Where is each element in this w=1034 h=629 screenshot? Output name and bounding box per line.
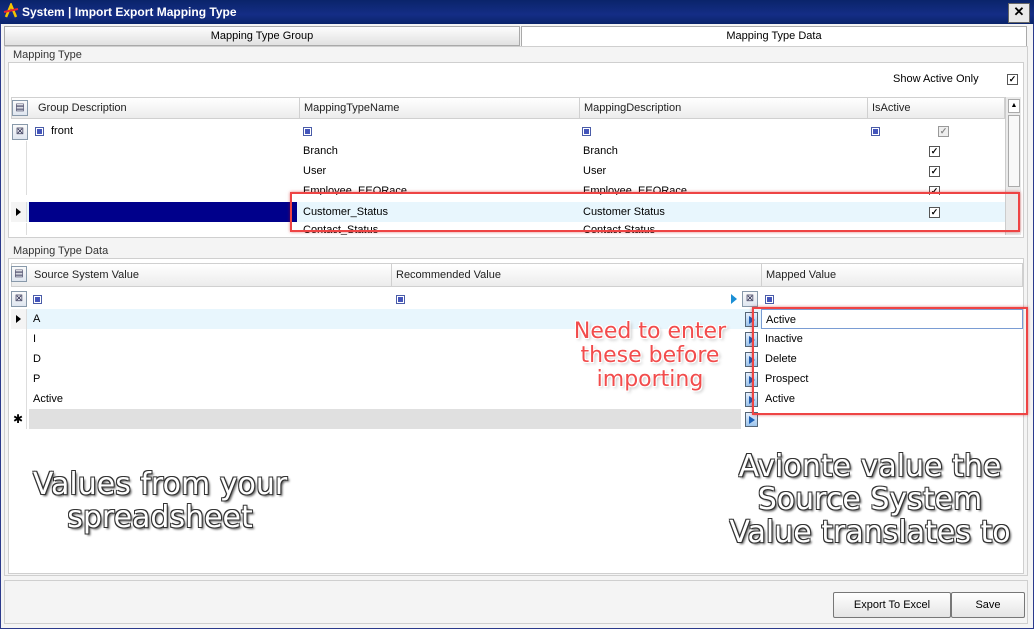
- group-value: front: [51, 125, 74, 137]
- isactive-checkbox[interactable]: ✓: [929, 166, 940, 177]
- column-chooser-icon[interactable]: ▤: [12, 100, 28, 116]
- row-indicator-icon: [16, 315, 21, 323]
- mapped-filter-icon[interactable]: [765, 295, 774, 304]
- col-mapping-type-name[interactable]: MappingTypeName: [300, 98, 580, 118]
- mapping-type-data-legend: Mapping Type Data: [11, 245, 111, 257]
- apply-recommended-arrow-icon[interactable]: [731, 294, 737, 304]
- table-row[interactable]: User User ✓: [11, 161, 1005, 181]
- show-active-only-label: Show Active Only: [893, 73, 979, 85]
- mapping-data-grid-header: Source System Value Recommended Value Ma…: [11, 263, 1023, 287]
- isactive-checkbox[interactable]: ✓: [929, 146, 940, 157]
- table-row[interactable]: Branch Branch ✓: [11, 141, 1005, 161]
- export-to-excel-button[interactable]: Export To Excel: [833, 592, 951, 618]
- col-mapping-description[interactable]: MappingDescription: [580, 98, 868, 118]
- isactive-filter-icon[interactable]: [871, 127, 880, 136]
- group-filter-icon[interactable]: [35, 127, 44, 136]
- title-bar[interactable]: System | Import Export Mapping Type ✕: [0, 0, 1034, 24]
- filter-clear-icon[interactable]: ⊠: [11, 291, 27, 307]
- scroll-thumb[interactable]: [1008, 115, 1020, 187]
- col-mapped-value[interactable]: Mapped Value: [762, 264, 1024, 286]
- col-is-active[interactable]: IsActive: [868, 98, 1006, 118]
- tab-mapping-type-data[interactable]: Mapping Type Data: [521, 26, 1027, 46]
- filter-clear-icon[interactable]: ⊠: [12, 124, 28, 140]
- mapping-type-grid-header: Group Description MappingTypeName Mappin…: [11, 97, 1006, 119]
- name-filter-icon[interactable]: [303, 127, 312, 136]
- isactive-filter-checkbox[interactable]: ✓: [938, 126, 949, 137]
- save-button[interactable]: Save: [951, 592, 1025, 618]
- column-chooser-icon[interactable]: ▤: [11, 266, 27, 282]
- close-icon: ✕: [1013, 4, 1025, 19]
- show-active-only-checkbox[interactable]: ✓: [1007, 74, 1018, 85]
- tab-mapping-type-group[interactable]: Mapping Type Group: [4, 26, 520, 46]
- highlight-mapped-values-box: [752, 307, 1028, 415]
- annotation-values-from-spreadsheet: Values from your spreadsheet: [32, 467, 288, 535]
- scroll-up-icon[interactable]: ▲: [1008, 99, 1020, 113]
- col-source-system-value[interactable]: Source System Value: [30, 264, 392, 286]
- mapping-type-legend: Mapping Type: [11, 49, 84, 61]
- annotation-need-to-enter: Need to enter these before importing: [573, 319, 727, 393]
- window-title: System | Import Export Mapping Type: [22, 5, 237, 19]
- highlight-selected-row-box: [290, 192, 1020, 232]
- row-indicator-icon: [16, 208, 21, 216]
- recommended-filter-icon[interactable]: [396, 295, 405, 304]
- col-recommended-value[interactable]: Recommended Value: [392, 264, 762, 286]
- source-filter-icon[interactable]: [33, 295, 42, 304]
- mapped-filter-clear-icon[interactable]: ⊠: [742, 291, 758, 307]
- footer-bar: Export To Excel Save: [4, 580, 1028, 624]
- app-logo-icon: [3, 3, 19, 18]
- description-filter-icon[interactable]: [582, 127, 591, 136]
- col-group-description[interactable]: Group Description: [34, 98, 300, 118]
- annotation-avionte-value: Avionte value the Source System Value tr…: [729, 449, 1011, 550]
- new-row-icon: ✱: [11, 409, 27, 429]
- close-window-button[interactable]: ✕: [1008, 3, 1030, 23]
